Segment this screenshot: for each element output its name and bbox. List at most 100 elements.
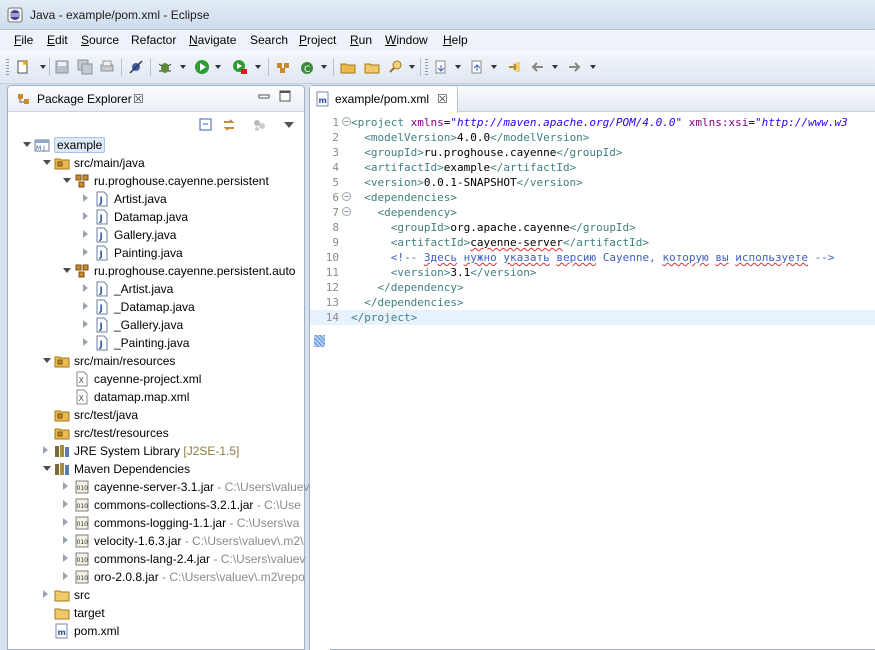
fold-toggle[interactable]: − xyxy=(342,207,351,216)
open-folder-icon[interactable] xyxy=(364,59,380,75)
menu-window[interactable]: Window xyxy=(385,33,428,47)
view-menu-icon[interactable] xyxy=(284,122,294,128)
collapse-all-icon[interactable] xyxy=(198,117,214,133)
collapsed-twisty-icon[interactable] xyxy=(83,230,88,238)
collapsed-twisty-icon[interactable] xyxy=(83,284,88,292)
last-edit-location-icon[interactable] xyxy=(506,59,522,75)
menu-help[interactable]: Help xyxy=(443,33,468,47)
tree-item[interactable]: J Gallery.java xyxy=(8,226,304,244)
external-tools-dropdown-arrow[interactable] xyxy=(255,65,261,69)
collapsed-twisty-icon[interactable] xyxy=(83,212,88,220)
menu-run[interactable]: Run xyxy=(350,33,372,47)
toolbar-grip[interactable] xyxy=(6,59,9,75)
collapsed-twisty-icon[interactable] xyxy=(63,572,68,580)
collapsed-twisty-icon[interactable] xyxy=(63,500,68,508)
expanded-twisty-icon[interactable] xyxy=(43,160,51,165)
fold-toggle[interactable]: − xyxy=(342,192,351,201)
forward-dropdown-arrow[interactable] xyxy=(590,65,596,69)
new-java-package-icon[interactable] xyxy=(275,59,291,75)
menu-project[interactable]: Project xyxy=(299,33,336,47)
menu-navigate[interactable]: Navigate xyxy=(189,33,236,47)
focus-on-task-icon[interactable] xyxy=(251,117,267,133)
previous-annotation-icon[interactable] xyxy=(469,59,485,75)
external-tools-icon[interactable] xyxy=(232,59,248,75)
expanded-twisty-icon[interactable] xyxy=(43,358,51,363)
search-icon[interactable] xyxy=(387,59,403,75)
fold-toggle[interactable]: − xyxy=(342,117,351,126)
back-icon[interactable] xyxy=(530,59,546,75)
menu-refactor[interactable]: Refactor xyxy=(131,33,176,47)
debug-dropdown-arrow[interactable] xyxy=(180,65,186,69)
tree-item[interactable]: J Artist.java xyxy=(8,190,304,208)
open-type-icon[interactable] xyxy=(340,59,356,75)
tree-item[interactable]: 010 oro-2.0.8.jar - C:\Users\valuev\.m2\r… xyxy=(8,568,305,586)
menu-file[interactable]: File xyxy=(14,33,33,47)
debug-icon[interactable] xyxy=(157,59,173,75)
tree-item[interactable]: J _Artist.java xyxy=(8,280,304,298)
collapsed-twisty-icon[interactable] xyxy=(63,518,68,526)
tree-item[interactable]: src/test/resources xyxy=(8,424,304,442)
minimize-icon[interactable] xyxy=(258,90,270,102)
collapsed-twisty-icon[interactable] xyxy=(83,338,88,346)
forward-icon[interactable] xyxy=(566,59,582,75)
tree-item[interactable]: Maven Dependencies xyxy=(8,460,304,478)
close-icon[interactable]: ☒ xyxy=(133,92,144,106)
back-dropdown-arrow[interactable] xyxy=(552,65,558,69)
tree-item[interactable]: 010 commons-logging-1.1.jar - C:\Users\va xyxy=(8,514,304,532)
toolbar-grip[interactable] xyxy=(425,59,428,75)
next-annotation-dropdown[interactable] xyxy=(455,65,461,69)
collapsed-twisty-icon[interactable] xyxy=(63,554,68,562)
tree-item[interactable]: ru.proghouse.cayenne.persistent.auto xyxy=(8,262,304,280)
collapsed-twisty-icon[interactable] xyxy=(43,446,48,454)
next-annotation-icon[interactable] xyxy=(433,59,449,75)
search-dropdown-arrow[interactable] xyxy=(409,65,415,69)
maximize-icon[interactable] xyxy=(279,90,291,102)
tree-item[interactable]: ru.proghouse.cayenne.persistent xyxy=(8,172,304,190)
collapsed-twisty-icon[interactable] xyxy=(63,536,68,544)
tree-item[interactable]: src/main/resources xyxy=(8,352,304,370)
run-icon[interactable] xyxy=(194,59,210,75)
tree-item[interactable]: src/main/java xyxy=(8,154,304,172)
expanded-twisty-icon[interactable] xyxy=(63,268,71,273)
new-java-class-icon[interactable]: C xyxy=(299,59,315,75)
tree-item[interactable]: src xyxy=(8,586,304,604)
print-icon[interactable] xyxy=(99,59,115,75)
tree-item[interactable]: JRE System Library [J2SE-1.5] xyxy=(8,442,304,460)
link-with-editor-icon[interactable] xyxy=(221,117,237,133)
expanded-twisty-icon[interactable] xyxy=(23,142,31,147)
menu-search[interactable]: Search xyxy=(250,33,288,47)
collapsed-twisty-icon[interactable] xyxy=(83,194,88,202)
collapsed-twisty-icon[interactable] xyxy=(83,320,88,328)
tree-item[interactable]: J Painting.java xyxy=(8,244,304,262)
collapsed-twisty-icon[interactable] xyxy=(83,248,88,256)
skip-breakpoints-icon[interactable] xyxy=(128,59,144,75)
new-class-dropdown-arrow[interactable] xyxy=(321,65,327,69)
tree-item[interactable]: Xcayenne-project.xml xyxy=(8,370,304,388)
save-all-icon[interactable] xyxy=(77,59,93,75)
expanded-twisty-icon[interactable] xyxy=(43,466,51,471)
tree-item[interactable]: 010 commons-collections-3.2.1.jar - C:\Us… xyxy=(8,496,304,514)
tree-item[interactable]: 010 commons-lang-2.4.jar - C:\Users\value… xyxy=(8,550,305,568)
new-icon[interactable] xyxy=(15,59,31,75)
tree-item[interactable]: target xyxy=(8,604,304,622)
tree-item[interactable]: J _Gallery.java xyxy=(8,316,304,334)
tree-item[interactable]: Xdatamap.map.xml xyxy=(8,388,304,406)
menu-edit[interactable]: Edit xyxy=(47,33,68,47)
save-icon[interactable] xyxy=(54,59,70,75)
tree-item[interactable]: J _Painting.java xyxy=(8,334,304,352)
tree-item[interactable]: M J example xyxy=(8,136,304,154)
collapsed-twisty-icon[interactable] xyxy=(43,590,48,598)
tree-item[interactable]: m pom.xml xyxy=(8,622,304,640)
close-icon[interactable]: ☒ xyxy=(437,92,448,106)
menu-source[interactable]: Source xyxy=(81,33,119,47)
tree-item[interactable]: J _Datamap.java xyxy=(8,298,304,316)
new-dropdown-arrow[interactable] xyxy=(40,65,46,69)
tree-item[interactable]: J Datamap.java xyxy=(8,208,304,226)
tree-item[interactable]: 010 velocity-1.6.3.jar - C:\Users\valuev\… xyxy=(8,532,304,550)
previous-annotation-dropdown[interactable] xyxy=(491,65,497,69)
collapsed-twisty-icon[interactable] xyxy=(83,302,88,310)
collapsed-twisty-icon[interactable] xyxy=(63,482,68,490)
tree-item[interactable]: 010 cayenne-server-3.1.jar - C:\Users\val… xyxy=(8,478,309,496)
run-dropdown-arrow[interactable] xyxy=(215,65,221,69)
tree-item[interactable]: src/test/java xyxy=(8,406,304,424)
